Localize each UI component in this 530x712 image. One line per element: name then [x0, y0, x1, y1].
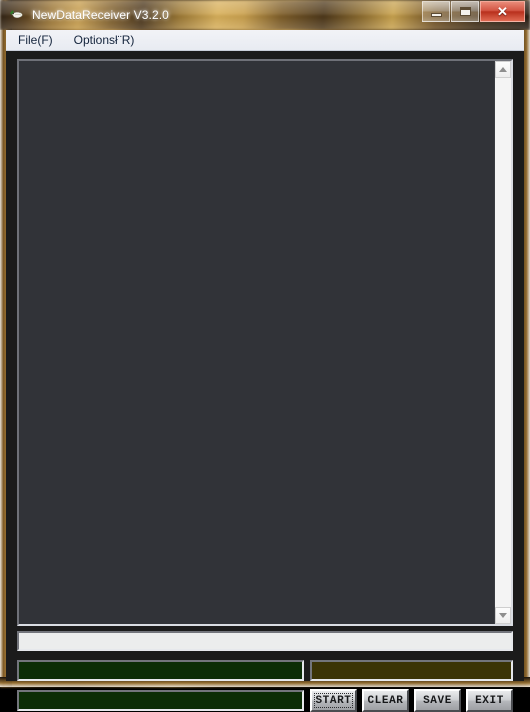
- client-area: File(F) Optionsł¨R) START CLEAR SAVE EXI…: [6, 30, 524, 712]
- scrollbar-track[interactable]: [495, 78, 511, 607]
- window-title: NewDataReceiver V3.2.0: [32, 8, 169, 22]
- scroll-up-icon: [499, 67, 507, 72]
- log-scrollbar[interactable]: [494, 61, 511, 624]
- title-bar[interactable]: NewDataReceiver V3.2.0 ✕: [0, 0, 530, 30]
- application-window: NewDataReceiver V3.2.0 ✕ File(F) Options…: [0, 0, 530, 712]
- minimize-button[interactable]: [422, 1, 450, 22]
- scroll-down-icon: [499, 613, 507, 618]
- minimize-icon: [430, 12, 442, 17]
- action-button-row: START CLEAR SAVE EXIT: [310, 689, 513, 712]
- bottom-panel: START CLEAR SAVE EXIT: [17, 631, 513, 712]
- counter-field-2[interactable]: [17, 690, 304, 711]
- start-button[interactable]: START: [310, 689, 357, 712]
- window-controls: ✕: [422, 1, 526, 22]
- log-output-panel: [17, 59, 513, 626]
- menu-bar: File(F) Optionsł¨R): [6, 30, 524, 51]
- scroll-up-button[interactable]: [495, 61, 511, 78]
- clear-button[interactable]: CLEAR: [362, 689, 409, 712]
- maximize-button[interactable]: [451, 1, 479, 22]
- close-button[interactable]: ✕: [480, 1, 525, 22]
- maximize-icon: [459, 7, 471, 16]
- status-field[interactable]: [17, 631, 513, 651]
- exit-button[interactable]: EXIT: [466, 689, 513, 712]
- counter-field-1[interactable]: [17, 660, 304, 681]
- counter-field-olive[interactable]: [310, 660, 513, 681]
- menu-options[interactable]: Optionsł¨R): [65, 31, 144, 49]
- app-bird-icon: [10, 10, 23, 19]
- menu-file[interactable]: File(F): [9, 31, 62, 49]
- close-icon: ✕: [497, 4, 508, 19]
- log-output-textarea[interactable]: [19, 61, 494, 624]
- scroll-down-button[interactable]: [495, 607, 511, 624]
- save-button[interactable]: SAVE: [414, 689, 461, 712]
